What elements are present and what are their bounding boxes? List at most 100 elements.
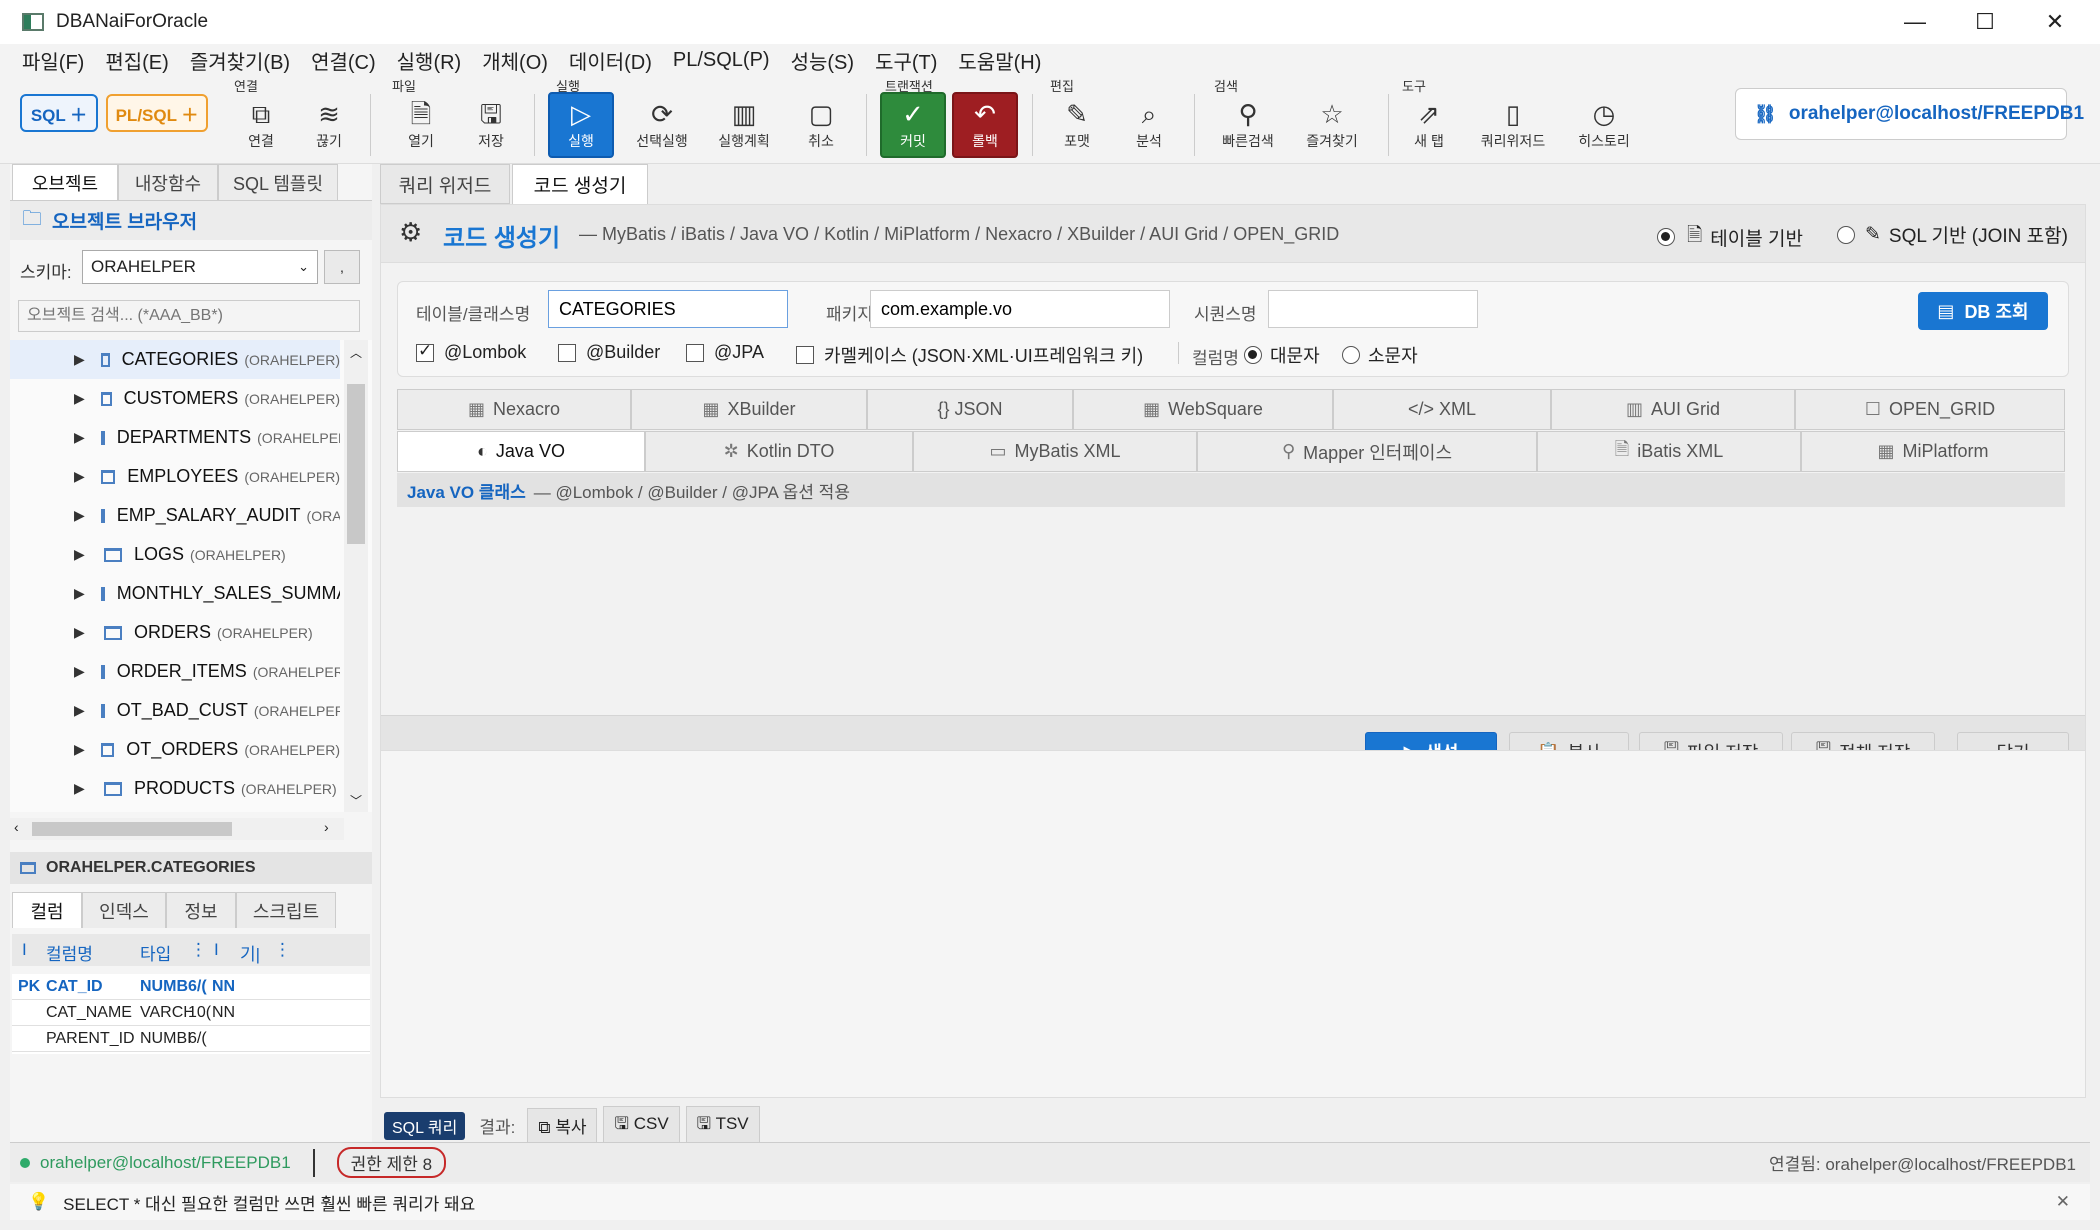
scroll-left-icon[interactable]: ‹: [14, 819, 19, 835]
format-tab-json[interactable]: {} JSON: [867, 389, 1073, 430]
col-header-type[interactable]: 타입: [140, 940, 171, 965]
tab-objects[interactable]: 오브젝트: [12, 164, 118, 200]
tree-item-departments[interactable]: ▶ DEPARTMENTS (ORAHELPEF: [10, 418, 340, 457]
run-button[interactable]: ▷ 실행: [548, 92, 614, 158]
result-tsv-button[interactable]: 🖫 TSV: [685, 1106, 760, 1145]
new-tab-button[interactable]: ⇗ 새 탭: [1396, 92, 1462, 158]
scrollbar-thumb[interactable]: [32, 822, 232, 836]
scroll-down-icon[interactable]: ﹀: [350, 792, 362, 809]
tab-query-wizard[interactable]: 쿼리 위저드: [380, 164, 510, 204]
builder-checkbox[interactable]: @Builder: [558, 342, 660, 363]
jpa-checkbox[interactable]: @JPA: [686, 342, 764, 363]
menu-object[interactable]: 개체(O): [482, 46, 548, 75]
format-tab-ibatis-xml[interactable]: 🗎 iBatis XML: [1537, 431, 1801, 472]
format-tab-xml[interactable]: </> XML: [1333, 389, 1551, 430]
menu-data[interactable]: 데이터(D): [569, 46, 652, 75]
history-button[interactable]: ◷ 히스토리: [1564, 92, 1644, 158]
format-tab-java-vo[interactable]: ◐ Java VO: [397, 431, 645, 472]
analyze-button[interactable]: ⌕ 분석: [1116, 92, 1182, 158]
tree-horizontal-scrollbar[interactable]: ‹ ›: [10, 818, 344, 840]
menu-file[interactable]: 파일(F): [22, 46, 84, 75]
camelcase-checkbox[interactable]: 카멜케이스 (JSON·XML·UI프레임워크 키): [796, 342, 1143, 368]
run-selected-button[interactable]: ⟳ 선택실행: [626, 92, 698, 158]
menu-connect[interactable]: 연결(C): [311, 46, 376, 75]
menu-edit[interactable]: 편집(E): [105, 46, 168, 75]
col-header-null[interactable]: I: [214, 940, 219, 960]
permission-badge[interactable]: 권한 제한 8: [336, 1147, 447, 1178]
tree-item-categories[interactable]: ▶ CATEGORIES (ORAHELPER): [10, 340, 340, 379]
close-window-button[interactable]: ✕: [2020, 0, 2090, 44]
connection-badge[interactable]: ⛓ orahelper@localhost/FREEPDB1: [1735, 88, 2084, 140]
favorites-button[interactable]: ☆ 즐겨찾기: [1294, 92, 1370, 158]
commit-button[interactable]: ✓ 커밋: [880, 92, 946, 158]
format-tab-xbuilder[interactable]: ▦ XBuilder: [631, 389, 867, 430]
tree-item-monthly-sales-summary[interactable]: ▶ MONTHLY_SALES_SUMMA: [10, 574, 340, 613]
format-tab-websquare[interactable]: ▦ WebSquare: [1073, 389, 1333, 430]
open-button[interactable]: 🗎 열기: [388, 92, 454, 158]
new-plsql-button[interactable]: PL/SQL ＋: [106, 94, 208, 132]
format-tab-aui-grid[interactable]: ▥ AUI Grid: [1551, 389, 1795, 430]
tab-info[interactable]: 정보: [166, 892, 236, 928]
col-header-default[interactable]: 기|: [240, 940, 260, 965]
schema-select[interactable]: ORAHELPER ⌄: [82, 250, 318, 284]
col-header-menu[interactable]: ⋮: [190, 940, 207, 960]
menu-tools[interactable]: 도구(T): [875, 46, 937, 75]
schema-refresh-button[interactable]: ,: [324, 250, 360, 284]
disconnect-button[interactable]: ≋ 끊기: [296, 92, 362, 158]
tab-code-generator[interactable]: 코드 생성기: [512, 164, 648, 204]
object-search-input[interactable]: [18, 300, 360, 332]
menu-plsql[interactable]: PL/SQL(P): [673, 49, 770, 72]
query-wizard-button[interactable]: ▯ 쿼리위저드: [1472, 92, 1554, 158]
mode-table-radio[interactable]: 🗎 테이블 기반: [1657, 221, 1803, 253]
save-button[interactable]: 🖫 저장: [458, 92, 524, 158]
scroll-up-icon[interactable]: ︿: [350, 344, 362, 361]
col-header-key[interactable]: I: [22, 940, 27, 960]
tree-item-ot-orders[interactable]: ▶ OT_ORDERS (ORAHELPER): [10, 730, 340, 769]
format-tab-kotlin-dto[interactable]: ✲ Kotlin DTO: [645, 431, 913, 472]
tree-item-ot-bad-cust[interactable]: ▶ OT_BAD_CUST (ORAHELPER: [10, 691, 340, 730]
tree-vertical-scrollbar[interactable]: ︿ ﹀: [344, 340, 368, 812]
uppercase-radio[interactable]: 대문자: [1244, 342, 1320, 368]
quick-search-button[interactable]: ⚲ 빠른검색: [1210, 92, 1286, 158]
tip-close-button[interactable]: ✕: [2056, 1192, 2070, 1212]
col-header-name[interactable]: 컬럼명: [46, 940, 93, 965]
package-input[interactable]: [870, 290, 1170, 328]
menu-run[interactable]: 실행(R): [397, 46, 462, 75]
new-sql-button[interactable]: SQL ＋: [20, 94, 98, 132]
tree-item-products[interactable]: ▶ PRODUCTS (ORAHELPER): [10, 769, 340, 808]
tab-script[interactable]: 스크립트: [236, 892, 336, 928]
tree-item-customers[interactable]: ▶ CUSTOMERS (ORAHELPER): [10, 379, 340, 418]
format-tab-nexacro[interactable]: ▦ Nexacro: [397, 389, 631, 430]
tree-item-order-items[interactable]: ▶ ORDER_ITEMS (ORAHELPER): [10, 652, 340, 691]
lombok-checkbox[interactable]: @Lombok: [416, 341, 526, 363]
menu-performance[interactable]: 성능(S): [791, 46, 854, 75]
cancel-button[interactable]: ▢ 취소: [788, 92, 854, 158]
table-row[interactable]: PK CAT_ID NUMB 6/( NN: [12, 974, 370, 1000]
scroll-right-icon[interactable]: ›: [324, 819, 329, 835]
explain-plan-button[interactable]: ▥ 실행계획: [708, 92, 780, 158]
mode-sql-radio[interactable]: ✎ SQL 기반 (JOIN 포함): [1837, 221, 2068, 248]
tab-indexes[interactable]: 인덱스: [82, 892, 166, 928]
sequence-input[interactable]: [1268, 290, 1478, 328]
table-class-input[interactable]: [548, 290, 788, 328]
menu-help[interactable]: 도움말(H): [958, 46, 1041, 75]
col-header-menu[interactable]: ⋮: [274, 940, 291, 960]
tree-item-orders[interactable]: ▶ ORDERS (ORAHELPER): [10, 613, 340, 652]
tree-item-employees[interactable]: ▶ EMPLOYEES (ORAHELPER): [10, 457, 340, 496]
tree-item-logs[interactable]: ▶ LOGS (ORAHELPER): [10, 535, 340, 574]
maximize-button[interactable]: ☐: [1950, 0, 2020, 44]
sql-query-badge[interactable]: SQL 쿼리: [384, 1111, 466, 1140]
connect-button[interactable]: ⧉ 연결: [228, 92, 294, 158]
menu-favorites[interactable]: 즐겨찾기(B): [190, 46, 290, 75]
lowercase-radio[interactable]: 소문자: [1342, 342, 1418, 368]
format-button[interactable]: ✎ 포맷: [1044, 92, 1110, 158]
format-tab-mybatis-xml[interactable]: ▭ MyBatis XML: [913, 431, 1197, 472]
table-row[interactable]: PARENT_ID NUMBI 6/(: [12, 1026, 370, 1052]
table-row[interactable]: CAT_NAME VARCH 10( NN: [12, 1000, 370, 1026]
rollback-button[interactable]: ↶ 롤백: [952, 92, 1018, 158]
db-lookup-button[interactable]: ▤ DB 조회: [1918, 292, 2048, 330]
tab-columns[interactable]: 컬럼: [12, 892, 82, 928]
format-tab-open-grid[interactable]: ☐ OPEN_GRID: [1795, 389, 2065, 430]
format-tab-mapper-interface[interactable]: ⚲ Mapper 인터페이스: [1197, 431, 1537, 472]
tree-item-emp-salary-audit[interactable]: ▶ EMP_SALARY_AUDIT (ORAI: [10, 496, 340, 535]
